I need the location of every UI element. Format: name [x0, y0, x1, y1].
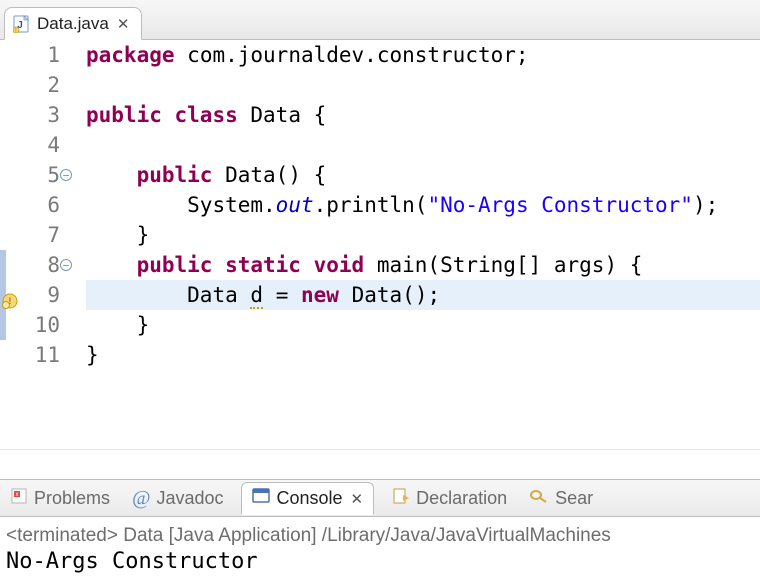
marker-bar: ! — [0, 40, 20, 449]
code-line[interactable]: public static void main(String[] args) { — [86, 250, 760, 280]
code-line[interactable]: public Data() { — [86, 160, 760, 190]
code-line[interactable]: public class Data { — [86, 100, 760, 130]
console-panel: <terminated> Data [Java Application] /Li… — [0, 517, 760, 578]
tab-label: Problems — [34, 488, 110, 509]
svg-text:!: ! — [7, 297, 12, 307]
console-output: No-Args Constructor — [6, 547, 754, 574]
close-icon[interactable]: ✕ — [349, 490, 364, 508]
code-line[interactable]: } — [86, 220, 760, 250]
fold-toggle[interactable]: − — [60, 259, 72, 271]
tab-problems[interactable]: x Problems — [6, 483, 114, 514]
console-icon — [252, 487, 270, 510]
panel-divider[interactable] — [0, 449, 760, 479]
tab-label: Declaration — [416, 488, 507, 509]
java-file-icon: J ! — [13, 15, 31, 33]
close-icon[interactable]: ✕ — [115, 15, 130, 33]
code-line[interactable]: Data d = new Data(); — [86, 280, 760, 310]
code-line[interactable]: } — [86, 310, 760, 340]
tab-label: Data.java — [37, 14, 109, 34]
bottom-tabbar: x Problems @ Javadoc Console ✕ Declarati… — [0, 479, 760, 517]
tab-label: Console — [276, 488, 342, 509]
code-editor[interactable]: ! 12345−678−91011 package com.journaldev… — [0, 40, 760, 449]
fold-toggle[interactable]: − — [60, 169, 72, 181]
declaration-icon — [392, 487, 410, 510]
code-line[interactable]: package com.journaldev.constructor; — [86, 40, 760, 70]
svg-text:!: ! — [15, 28, 16, 33]
tab-label: Javadoc — [156, 488, 223, 509]
editor-tabbar: J ! Data.java ✕ — [0, 0, 760, 40]
editor-tab-data-java[interactable]: J ! Data.java ✕ — [4, 7, 142, 40]
javadoc-icon: @ — [132, 487, 150, 510]
svg-text:x: x — [16, 492, 19, 498]
console-status: <terminated> Data [Java Application] /Li… — [6, 525, 754, 547]
code-line[interactable]: } — [86, 340, 760, 370]
tab-console[interactable]: Console ✕ — [241, 482, 374, 515]
code-line[interactable] — [86, 130, 760, 160]
problems-icon: x — [10, 487, 28, 510]
tab-search[interactable]: Sear — [525, 483, 597, 514]
code-area[interactable]: package com.journaldev.constructor; publi… — [68, 40, 760, 449]
code-line[interactable] — [86, 70, 760, 100]
change-bar — [0, 250, 6, 280]
tab-declaration[interactable]: Declaration — [388, 483, 511, 514]
tab-label: Sear — [555, 488, 593, 509]
line-number-gutter: 12345−678−91011 — [20, 40, 68, 449]
code-line[interactable]: System.out.println("No-Args Constructor"… — [86, 190, 760, 220]
unused-variable: d — [250, 283, 263, 309]
search-icon — [529, 487, 549, 510]
tab-javadoc[interactable]: @ Javadoc — [128, 483, 227, 514]
warning-icon[interactable]: ! — [2, 287, 18, 303]
change-bar — [0, 310, 6, 340]
